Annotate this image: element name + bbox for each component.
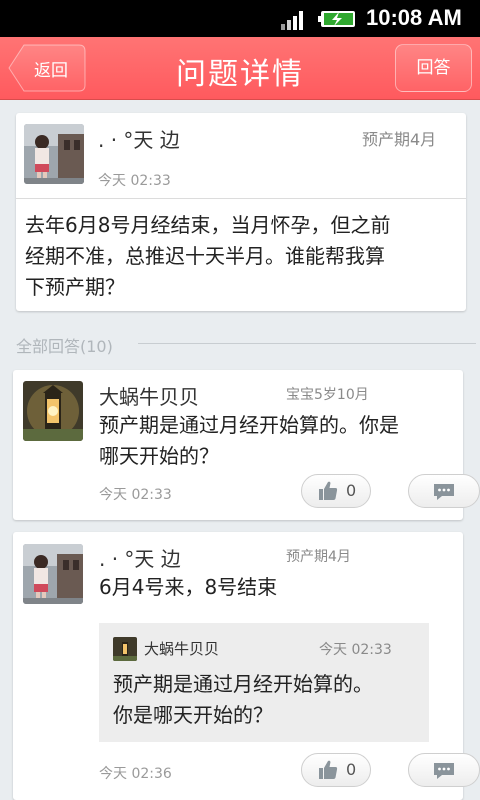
status-time: 10:08 AM	[366, 5, 462, 30]
answer-time: 今天 02:33	[99, 487, 172, 503]
like-count: 0	[346, 481, 357, 500]
avatar	[113, 637, 137, 661]
like-button[interactable]: 0	[301, 753, 371, 787]
answer-user-name[interactable]: 大蜗牛贝贝	[99, 381, 199, 410]
avatar[interactable]	[23, 381, 83, 441]
quoted-reply: 大蜗牛贝贝 今天 02:33 预产期是通过月经开始算的。 你是哪天开始的？	[99, 623, 429, 742]
question-text-line: 去年6月8号月经结束，当月怀孕，但之前	[25, 213, 391, 237]
question-stage-tag: 预产期4月	[362, 130, 437, 149]
avatar[interactable]	[23, 544, 83, 604]
answer-text-line: 哪天开始的？	[99, 444, 219, 468]
answer-stage-tag: 宝宝5岁10月	[286, 387, 369, 403]
question-text-line: 经期不准，总推迟十天半月。谁能帮我算	[25, 244, 385, 268]
question-time: 今天 02:33	[98, 173, 171, 189]
header: 返回 问题详情 回答	[0, 37, 480, 100]
comment-icon	[434, 763, 454, 779]
divider	[16, 198, 466, 199]
quote-text-line: 预产期是通过月经开始算的。	[113, 672, 373, 696]
answer-card: 大蜗牛贝贝 宝宝5岁10月 预产期是通过月经开始算的。你是 哪天开始的？ 今天 …	[13, 370, 480, 520]
answer-text-line: 预产期是通过月经开始算的。你是	[99, 413, 399, 437]
quote-user-name: 大蜗牛贝贝	[144, 640, 220, 658]
thumbs-up-icon	[319, 760, 338, 779]
status-bar: 10:08 AM	[0, 0, 480, 37]
comment-icon	[434, 484, 454, 500]
answer-text: 6月4号来，8号结束	[99, 572, 277, 603]
answers-section-header: 全部回答(10)	[16, 332, 476, 356]
question-text-line: 下预产期？	[25, 275, 125, 299]
avatar[interactable]	[24, 124, 84, 184]
like-count: 0	[346, 760, 357, 779]
answer-button[interactable]: 回答	[395, 44, 472, 92]
question-user-name[interactable]: . · °天 边	[98, 124, 180, 153]
comment-button[interactable]	[408, 474, 480, 508]
answers-count-label: 全部回答(10)	[16, 337, 113, 356]
signal-icon	[281, 11, 303, 30]
answer-card: . · °天 边 预产期4月 6月4号来，8号结束 大蜗牛贝贝 今天 02:33…	[13, 532, 480, 800]
divider	[138, 343, 476, 344]
answer-time: 今天 02:36	[99, 766, 172, 782]
answer-user-name[interactable]: . · °天 边	[99, 543, 181, 572]
quote-text-line: 你是哪天开始的？	[113, 703, 273, 727]
quote-text: 预产期是通过月经开始算的。 你是哪天开始的？	[113, 669, 373, 731]
answer-text-line: 6月4号来，8号结束	[99, 575, 278, 599]
answer-stage-tag: 预产期4月	[286, 549, 351, 565]
battery-charging-icon	[318, 11, 355, 27]
answer-text: 预产期是通过月经开始算的。你是 哪天开始的？	[99, 410, 399, 472]
question-card: . · °天 边 预产期4月 今天 02:33 去年6月8号月经结束，当月怀孕，…	[16, 113, 466, 311]
thumbs-up-icon	[319, 481, 338, 500]
like-button[interactable]: 0	[301, 474, 371, 508]
quote-time: 今天 02:33	[319, 642, 392, 658]
question-text: 去年6月8号月经结束，当月怀孕，但之前 经期不准，总推迟十天半月。谁能帮我算 下…	[25, 210, 390, 303]
comment-button[interactable]	[408, 753, 480, 787]
